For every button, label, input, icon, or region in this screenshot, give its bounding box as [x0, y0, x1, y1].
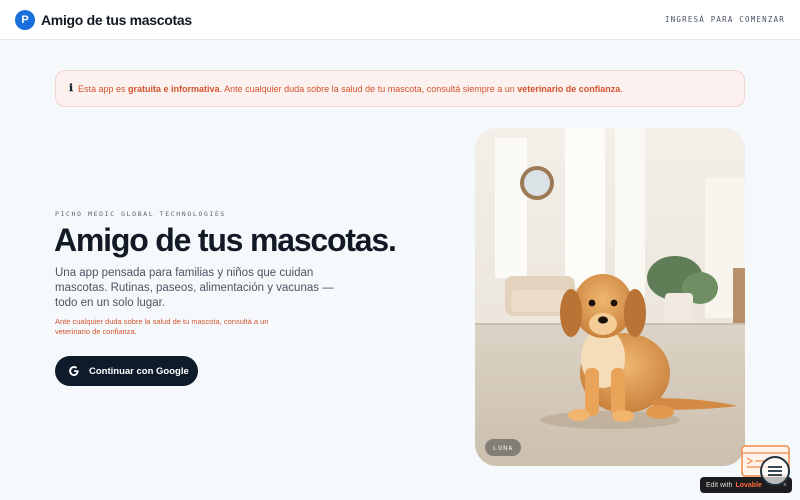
disclaimer-text: Esta app es gratuita e informativa. Ante… — [78, 83, 623, 94]
google-g-icon — [69, 366, 79, 376]
hero-title: Amigo de tus mascotas. — [54, 222, 397, 258]
google-signin-button[interactable]: Continuar con Google — [55, 356, 198, 386]
company-eyebrow: PICHO MEDIC GLOBAL TECHNOLOGIES — [55, 210, 226, 218]
brand-name: Amigo de tus mascotas — [41, 11, 192, 28]
hero-pet-photo: LUNA — [475, 128, 745, 466]
brand-logo: P — [15, 9, 35, 30]
puppy-illustration — [475, 128, 745, 466]
google-button-label: Continuar con Google — [89, 365, 189, 377]
chat-menu-icon[interactable] — [760, 456, 790, 486]
info-icon: ℹ — [69, 83, 73, 94]
disclaimer-banner: ℹ Esta app es gratuita e informativa. An… — [55, 70, 745, 107]
brand[interactable]: P Amigo de tus mascotas — [15, 9, 192, 30]
login-link[interactable]: INGRESÁ PARA COMENZAR — [665, 15, 785, 24]
pet-name-badge: LUNA — [485, 439, 522, 456]
edit-prefix: Edit with — [706, 481, 733, 489]
hero-description: Una app pensada para familias y niños qu… — [55, 267, 334, 309]
vet-warning: Ante cualquier duda sobre la salud de tu… — [55, 317, 269, 336]
top-navbar: P Amigo de tus mascotas INGRESÁ PARA COM… — [0, 0, 800, 40]
